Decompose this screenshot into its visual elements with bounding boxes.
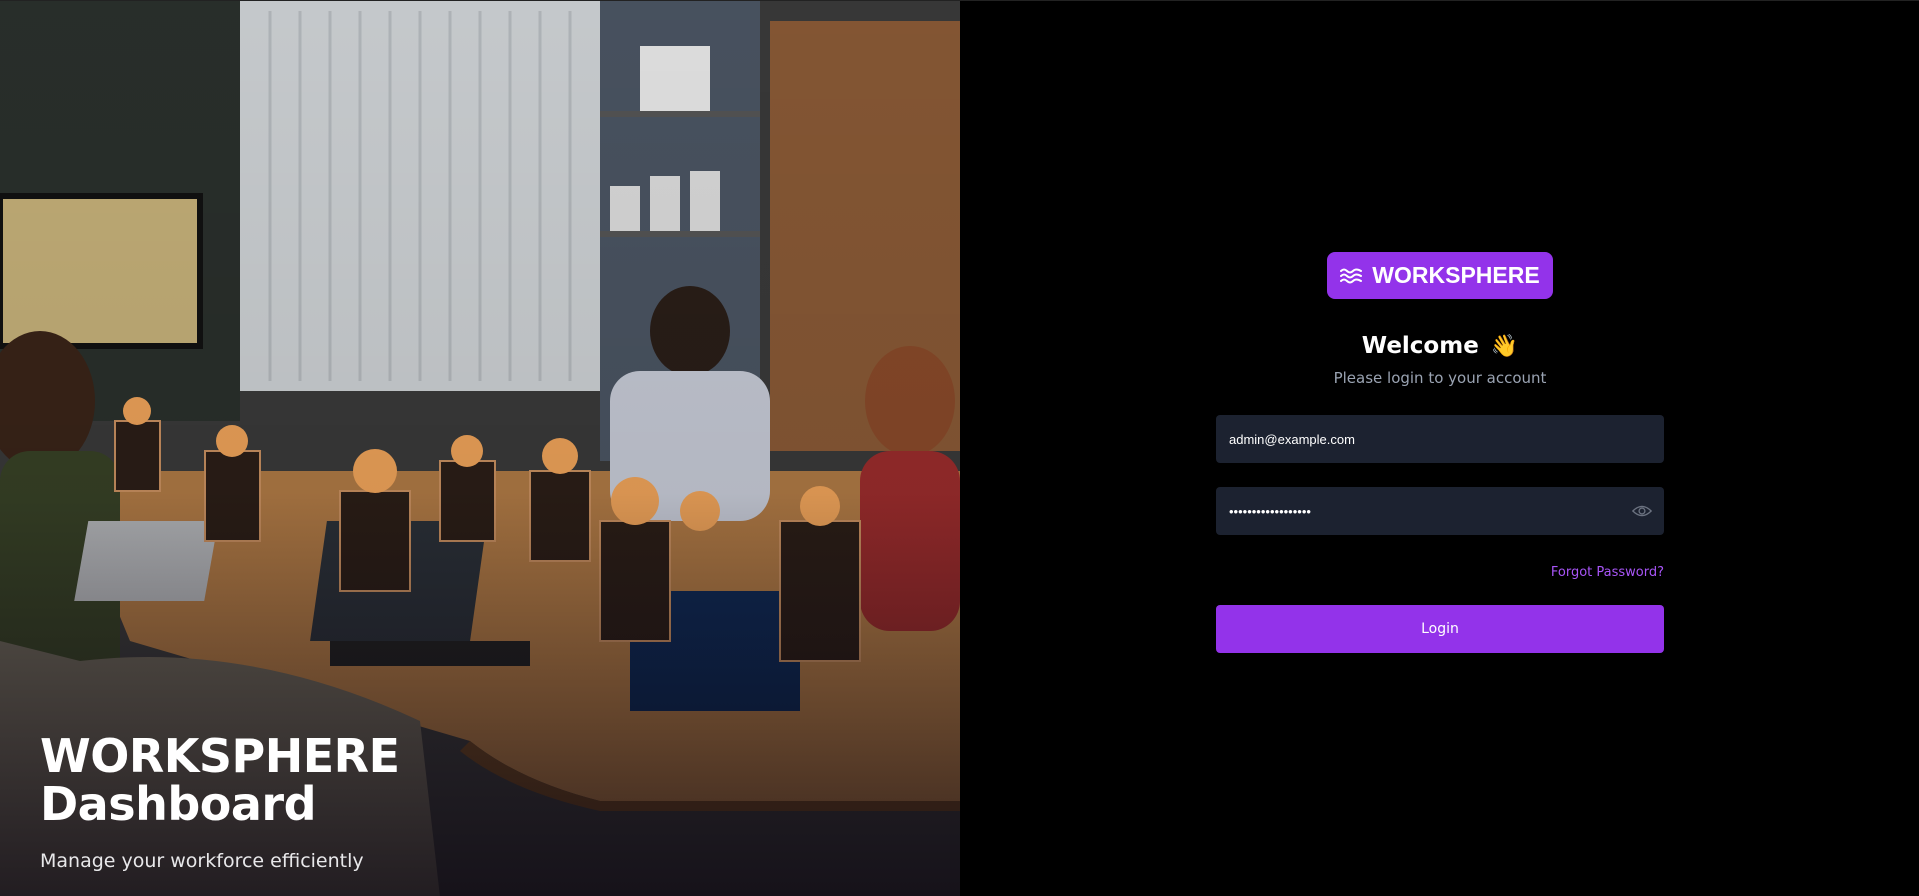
hero-title: WORKSPHERE Dashboard <box>40 732 400 828</box>
forgot-row: Forgot Password? <box>1216 561 1664 580</box>
hero-title-line-1: WORKSPHERE <box>40 729 400 783</box>
brand-logo: WORKSPHERE <box>1327 252 1553 299</box>
waves-icon <box>1340 268 1363 283</box>
waving-hand-icon: 👋 <box>1490 333 1519 359</box>
password-field-wrapper <box>1216 487 1664 535</box>
brand-name: WORKSPHERE <box>1372 262 1540 288</box>
login-form: WORKSPHERE Welcome 👋 Please login to you… <box>1216 252 1664 653</box>
email-input[interactable] <box>1216 415 1664 463</box>
welcome-text: Welcome <box>1361 333 1479 359</box>
login-panel: WORKSPHERE Welcome 👋 Please login to you… <box>960 1 1919 896</box>
email-field-wrapper <box>1216 415 1664 463</box>
hero-text-block: WORKSPHERE Dashboard Manage your workfor… <box>40 732 400 872</box>
login-subtitle: Please login to your account <box>1333 369 1547 387</box>
hero-title-line-2: Dashboard <box>40 777 317 831</box>
hero-panel: WORKSPHERE Dashboard Manage your workfor… <box>0 1 960 896</box>
login-button[interactable]: Login <box>1216 605 1664 653</box>
login-page: WORKSPHERE Dashboard Manage your workfor… <box>0 0 1919 896</box>
welcome-heading: Welcome 👋 <box>1216 333 1664 359</box>
forgot-password-link[interactable]: Forgot Password? <box>1551 565 1664 580</box>
password-input[interactable] <box>1216 487 1664 535</box>
eye-icon[interactable] <box>1632 502 1652 520</box>
hero-subtitle: Manage your workforce efficiently <box>40 850 364 872</box>
